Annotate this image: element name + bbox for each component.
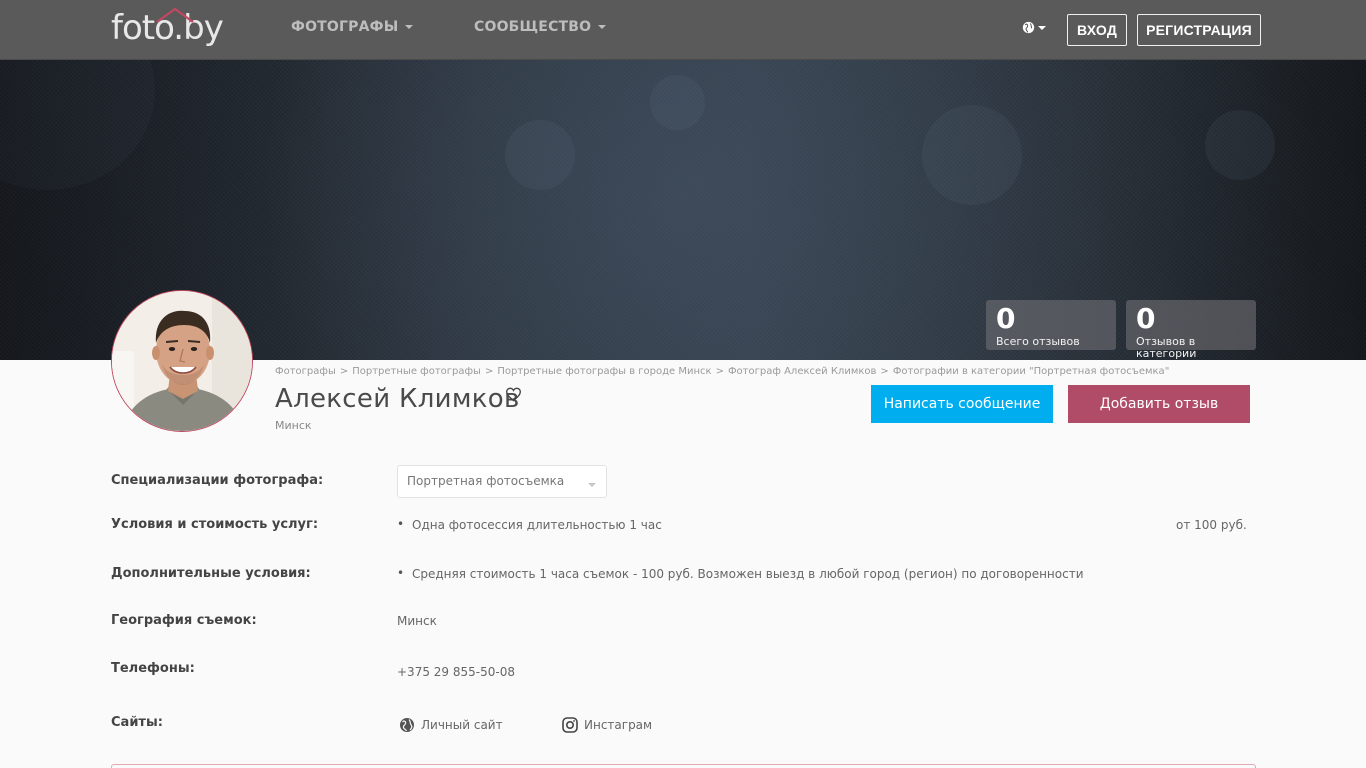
chevron-down-icon [405, 25, 414, 29]
geography-label: География съемок: [111, 613, 257, 628]
stat-category-reviews: 0 Отзывов в категории [1126, 300, 1256, 360]
login-button[interactable]: ВХОД [1067, 14, 1127, 46]
personal-site-link[interactable]: Личный сайт [399, 717, 503, 733]
next-section-border [111, 764, 1256, 768]
instagram-icon [562, 717, 578, 733]
conditions-label: Условия и стоимость услуг: [111, 517, 319, 532]
breadcrumb-separator: > [484, 366, 494, 377]
breadcrumb-item[interactable]: Портретные фотографы в городе Минск [497, 366, 711, 377]
chevron-down-icon [588, 483, 596, 487]
cover-bokeh [0, 60, 155, 190]
nav-photographers[interactable]: ФОТОГРАФЫ [291, 19, 414, 35]
chevron-down-icon [1038, 25, 1046, 30]
nav-community-label: СООБЩЕСТВО [474, 19, 592, 35]
breadcrumb-item[interactable]: Портретные фотографы [352, 366, 481, 377]
instagram-link[interactable]: Инстаграм [562, 717, 652, 733]
site-logo[interactable]: foto.by [111, 4, 224, 48]
stat-category-reviews-label: Отзывов в категории [1136, 335, 1197, 360]
breadcrumb-item[interactable]: Фотографы [275, 366, 336, 377]
language-selector[interactable] [1022, 21, 1046, 34]
nav-community[interactable]: СООБЩЕСТВО [474, 19, 607, 35]
geography-value: Минск [397, 614, 437, 628]
breadcrumb: Фотографы > Портретные фотографы > Портретны… [275, 366, 1169, 377]
register-button[interactable]: РЕГИСТРАЦИЯ [1137, 14, 1261, 46]
photographer-city: Минск [275, 419, 312, 432]
top-navbar: foto.by ФОТОГРАФЫ СООБЩЕСТВО ВХОД РЕГИСТ… [0, 0, 1366, 60]
breadcrumb-current: Фотографии в категории "Портретная фотос… [892, 366, 1170, 377]
breadcrumb-item[interactable]: Фотограф Алексей Климков [728, 366, 876, 377]
breadcrumb-separator: > [715, 366, 724, 377]
breadcrumb-separator: > [339, 366, 349, 377]
logo-roof-icon [156, 7, 194, 23]
phone-value[interactable]: +375 29 855-50-08 [397, 665, 515, 679]
stat-total-reviews-value: 0 [996, 302, 1016, 335]
specialization-label: Специализации фотографа: [111, 473, 324, 488]
breadcrumb-separator: > [880, 366, 889, 377]
add-review-button[interactable]: Добавить отзыв [1068, 385, 1250, 423]
send-message-button[interactable]: Написать сообщение [871, 385, 1053, 423]
cover-bokeh [505, 120, 575, 190]
cover-bokeh [922, 105, 1022, 205]
cover-bokeh [1205, 110, 1275, 180]
globe-icon [400, 718, 414, 732]
instagram-label: Инстаграм [584, 718, 653, 732]
extra-conditions-label: Дополнительные условия: [111, 566, 311, 581]
cover-bokeh [650, 75, 705, 130]
avatar[interactable] [111, 290, 253, 432]
stat-total-reviews-label: Всего отзывов [996, 335, 1080, 348]
conditions-item-text: Одна фотосессия длительностью 1 час [412, 518, 662, 532]
nav-photographers-label: ФОТОГРАФЫ [291, 19, 399, 35]
phones-label: Телефоны: [111, 661, 195, 676]
specialization-select-value: Портретная фотосъемка [407, 474, 565, 488]
conditions-price: от 100 руб. [1176, 518, 1247, 532]
chevron-down-icon [598, 25, 607, 29]
heart-icon[interactable] [505, 387, 522, 402]
globe-icon [1022, 21, 1035, 34]
personal-site-label: Личный сайт [421, 718, 503, 732]
stat-category-reviews-value: 0 [1136, 302, 1156, 335]
extra-conditions-item-text: Средняя стоимость 1 часа съемок - 100 ру… [412, 567, 1084, 581]
sites-label: Сайты: [111, 715, 163, 730]
photographer-name: Алексей Климков [275, 384, 520, 414]
conditions-list-item: Одна фотосессия длительностью 1 час [397, 517, 662, 532]
avatar-photo [112, 291, 252, 431]
stat-total-reviews: 0 Всего отзывов [986, 300, 1116, 350]
extra-conditions-list-item: Средняя стоимость 1 часа съемок - 100 ру… [397, 566, 1084, 581]
specialization-select[interactable]: Портретная фотосъемка [397, 465, 607, 498]
